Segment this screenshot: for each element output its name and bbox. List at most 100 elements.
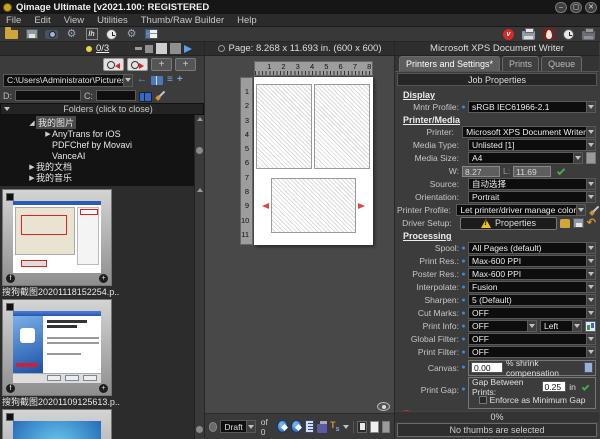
add-folder-icon[interactable]: +	[177, 75, 183, 85]
text-size-icon[interactable]: Ts	[330, 420, 339, 433]
chevron-down-icon[interactable]	[586, 179, 595, 189]
new-page-icon[interactable]	[370, 421, 378, 433]
zoom-in-button[interactable]	[127, 58, 148, 71]
tree-item-vanceai[interactable]: VanceAI	[0, 150, 204, 161]
custom-size-icon[interactable]	[586, 152, 596, 164]
thumbnail-2[interactable]	[2, 299, 112, 396]
zoom-out-button[interactable]	[103, 58, 124, 71]
collapse-arrow-icon[interactable]	[4, 107, 10, 111]
layout-table-icon[interactable]	[144, 28, 159, 41]
driver-properties-button[interactable]: Properties	[460, 217, 558, 230]
chevron-down-icon[interactable]	[586, 282, 595, 292]
close-button[interactable]: ✕	[585, 2, 597, 13]
tools-wrench-icon[interactable]	[155, 90, 166, 101]
chevron-down-icon[interactable]	[586, 269, 595, 279]
print-placeholder-2[interactable]	[314, 84, 370, 169]
hot-folder-flame-icon[interactable]	[541, 28, 556, 41]
printer-profile-select[interactable]: Let printer/driver manage color	[456, 204, 586, 216]
save-settings-icon[interactable]	[573, 218, 584, 228]
chevron-down-icon[interactable]	[586, 102, 595, 112]
maximize-button[interactable]: ▢	[570, 2, 582, 13]
tools-gear-icon[interactable]: ⚙	[64, 28, 79, 41]
menu-thumb-raw-builder[interactable]: Thumb/Raw Builder	[141, 15, 224, 26]
shrink-compensation-input[interactable]: 0.00	[471, 362, 503, 373]
tree-item-pdfchef[interactable]: PDFChef by Movavi	[0, 139, 204, 150]
menu-help[interactable]: Help	[237, 15, 257, 26]
open-folder-icon[interactable]	[4, 28, 19, 41]
print-placeholder-1[interactable]	[256, 84, 312, 169]
history-clock-icon[interactable]	[104, 28, 119, 41]
chevron-down-icon[interactable]	[586, 192, 595, 202]
duplicate-page-icon[interactable]	[382, 421, 390, 433]
quality-combo[interactable]: Draft	[220, 420, 255, 433]
chevron-down-icon[interactable]	[576, 205, 585, 215]
chevron-down-icon[interactable]	[572, 321, 581, 331]
eye-preview-icon[interactable]	[377, 402, 390, 411]
chevron-down-icon[interactable]	[123, 75, 132, 86]
print-info-select[interactable]: OFF	[468, 320, 537, 332]
thumb-size-selector[interactable]	[135, 43, 192, 54]
thumb-size-small-icon[interactable]	[135, 47, 142, 50]
filter-c-input[interactable]	[96, 90, 136, 101]
chevron-down-icon[interactable]	[586, 256, 595, 266]
add-to-queue-arrow-icon[interactable]	[184, 45, 192, 53]
minimize-button[interactable]: –	[555, 2, 567, 13]
import-settings-icon[interactable]	[560, 219, 570, 228]
tree-item-pictures[interactable]: ◢ 我的图片	[0, 117, 204, 128]
page-setup-icon[interactable]	[357, 421, 367, 433]
collapsed-icon[interactable]: ▶	[28, 163, 36, 171]
thumb-checkbox[interactable]	[6, 303, 14, 311]
print-res-select[interactable]: Max-600 PPI	[468, 255, 596, 267]
chevron-down-icon[interactable]	[586, 334, 595, 344]
page-canvas[interactable]	[254, 77, 373, 245]
mntr-profile-select[interactable]: sRGB IEC61966-2.1	[468, 101, 596, 113]
thumbs-scrollbar[interactable]	[194, 186, 204, 439]
catalog-book-icon[interactable]	[151, 76, 163, 85]
settings-gear-icon[interactable]: ⚙	[124, 28, 139, 41]
thumb-filter-icon[interactable]	[6, 274, 15, 283]
next-page-button[interactable]	[291, 420, 302, 433]
tree-item-documents[interactable]: ▶ 我的文档	[0, 161, 204, 172]
tab-printers-and-settings[interactable]: Printers and Settings*	[399, 56, 500, 71]
filter-d-input[interactable]	[15, 90, 81, 101]
menu-file[interactable]: File	[6, 15, 21, 26]
menu-view[interactable]: View	[64, 15, 84, 26]
print-filter-select[interactable]: OFF	[468, 346, 596, 358]
gap-input[interactable]: 0.25	[542, 381, 567, 392]
enforce-min-gap-checkbox[interactable]	[479, 396, 487, 404]
canvas-note-icon[interactable]	[584, 362, 593, 373]
tree-scrollbar[interactable]	[194, 115, 204, 186]
profile-tools-icon[interactable]	[589, 205, 596, 216]
prev-page-button[interactable]	[277, 420, 288, 433]
global-filter-select[interactable]: OFF	[468, 333, 596, 345]
chevron-down-icon[interactable]	[586, 140, 595, 150]
thumb-size-medium-icon[interactable]	[145, 45, 153, 53]
chevron-down-icon[interactable]	[586, 127, 595, 137]
chevron-down-icon[interactable]	[573, 153, 582, 163]
chevron-down-icon[interactable]	[343, 425, 349, 429]
chevron-down-icon[interactable]	[527, 321, 536, 331]
print-info-position-select[interactable]: Left	[540, 320, 582, 332]
add-right-button[interactable]	[175, 58, 196, 71]
cut-marks-select[interactable]: OFF	[468, 307, 596, 319]
page-preview-area[interactable]: 12 34 56 78 12 34 56 78 910 11	[205, 56, 394, 413]
chevron-down-icon[interactable]	[586, 243, 595, 253]
poster-res-select[interactable]: Max-600 PPI	[468, 268, 596, 280]
menu-utilities[interactable]: Utilities	[97, 15, 128, 26]
print-icon[interactable]	[521, 28, 536, 41]
collapsed-icon[interactable]: ▶	[28, 174, 36, 182]
undo-icon[interactable]: ↶	[587, 218, 596, 228]
list-view-icon[interactable]: ≡	[167, 75, 173, 85]
back-arrow-icon[interactable]: ←	[137, 75, 147, 85]
thumb-size-xlarge-icon[interactable]	[170, 43, 181, 54]
tree-item-anytrans[interactable]: ▶ AnyTrans for iOS	[0, 128, 204, 139]
print-queue-icon[interactable]	[581, 28, 596, 41]
width-input[interactable]: 8.27	[462, 166, 500, 177]
thumb-checkbox[interactable]	[6, 193, 14, 201]
camera-icon[interactable]	[44, 28, 59, 41]
thumb-add-icon[interactable]	[99, 274, 108, 283]
thumb-size-large-icon[interactable]	[156, 43, 167, 54]
source-select[interactable]: 自动选择	[468, 178, 596, 190]
folders-header[interactable]: Folders (click to close)	[0, 103, 204, 115]
thumb-filter-icon[interactable]	[6, 384, 15, 393]
